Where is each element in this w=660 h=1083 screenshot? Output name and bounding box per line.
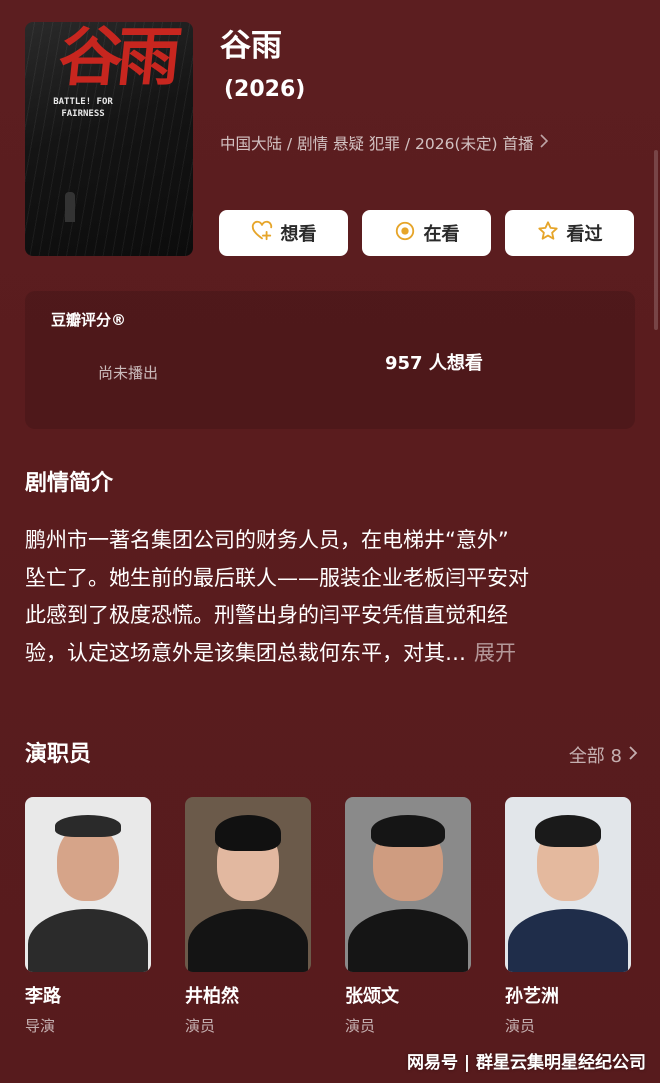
watermark: 网易号 | 群星云集明星经纪公司: [406, 1053, 646, 1073]
rating-title: 豆瓣评分®: [51, 311, 127, 329]
cast-card[interactable]: 井柏然 演员: [185, 797, 311, 1036]
cast-photo: [505, 797, 631, 972]
synopsis-line: 验，认定这场意外是该集团总裁何东平，对其…: [25, 640, 466, 665]
cast-photo-body: [28, 909, 148, 972]
cast-name: 井柏然: [185, 986, 239, 1007]
scrollbar[interactable]: [654, 150, 658, 330]
synopsis-line: 此感到了极度恐慌。刑警出身的闫平安凭借直觉和经: [25, 603, 508, 627]
rating-panel[interactable]: 豆瓣评分® 尚未播出 957 人想看: [25, 291, 635, 429]
cast-card[interactable]: 孙艺洲 演员: [505, 797, 631, 1036]
action-bar: 想看 在看 看过: [219, 210, 634, 256]
cast-role: 演员: [505, 1017, 536, 1035]
poster-title-art: 谷雨: [55, 22, 179, 95]
chevron-right-icon: [628, 745, 638, 766]
cast-role: 演员: [345, 1017, 376, 1035]
cast-list: 李路 导演 井柏然 演员 张颂文 演员 孙艺洲 演员: [25, 797, 631, 1036]
watched-label: 看过: [566, 224, 603, 245]
synopsis-text: 鹏州市一著名集团公司的财务人员，在电梯井“意外” 坠亡了。她生前的最后联人——服…: [25, 522, 625, 672]
rating-status: 尚未播出: [98, 364, 159, 382]
cast-photo-hair: [371, 815, 445, 847]
watching-button[interactable]: 在看: [362, 210, 491, 256]
watched-button[interactable]: 看过: [505, 210, 634, 256]
cast-photo-hair: [55, 815, 121, 837]
cast-name: 李路: [25, 986, 61, 1007]
synopsis-title: 剧情简介: [25, 471, 114, 496]
cast-photo: [345, 797, 471, 972]
cast-role: 导演: [25, 1017, 56, 1035]
poster-subtitle: BATTLE! FOR FAIRNESS: [53, 97, 113, 119]
cast-photo: [185, 797, 311, 972]
show-meta-link[interactable]: 中国大陆 / 剧情 悬疑 犯罪 / 2026(未定) 首播: [220, 132, 549, 156]
release-year: (2026): [224, 77, 306, 102]
want-to-watch-button[interactable]: 想看: [219, 210, 348, 256]
chevron-right-icon: [539, 132, 549, 156]
synopsis-line: 鹏州市一著名集团公司的财务人员，在电梯井“意外”: [25, 528, 509, 552]
synopsis-line: 坠亡了。她生前的最后联人——服装企业老板闫平安对: [25, 565, 529, 590]
cast-photo-hair: [215, 815, 281, 851]
synopsis-last-line: 验，认定这场意外是该集团总裁何东平，对其… 展开: [25, 635, 625, 673]
show-meta-text: 中国大陆 / 剧情 悬疑 犯罪 / 2026(未定) 首播: [220, 135, 534, 153]
cast-photo-hair: [535, 815, 601, 847]
want-count: 957 人想看: [385, 353, 483, 374]
expand-link[interactable]: 展开: [474, 641, 516, 665]
target-icon: [394, 220, 416, 247]
page-title: 谷雨: [220, 28, 282, 64]
cast-name: 张颂文: [345, 986, 399, 1007]
cast-all-link[interactable]: 全部 8: [569, 742, 638, 768]
poster-image[interactable]: 谷雨 BATTLE! FOR FAIRNESS: [25, 22, 193, 256]
watching-label: 在看: [423, 224, 460, 245]
star-icon: [537, 220, 559, 247]
cast-photo: [25, 797, 151, 972]
cast-role: 演员: [185, 1017, 216, 1035]
cast-photo-body: [348, 909, 468, 972]
cast-card[interactable]: 张颂文 演员: [345, 797, 471, 1036]
cast-photo-body: [188, 909, 308, 972]
cast-name: 孙艺洲: [505, 986, 559, 1007]
want-to-watch-label: 想看: [280, 224, 317, 245]
heart-plus-icon: [251, 220, 273, 247]
cast-card[interactable]: 李路 导演: [25, 797, 151, 1036]
cast-title: 演职员: [25, 742, 92, 767]
cast-all-label: 全部 8: [568, 746, 622, 767]
cast-photo-body: [508, 909, 628, 972]
poster-figure: [65, 192, 75, 222]
